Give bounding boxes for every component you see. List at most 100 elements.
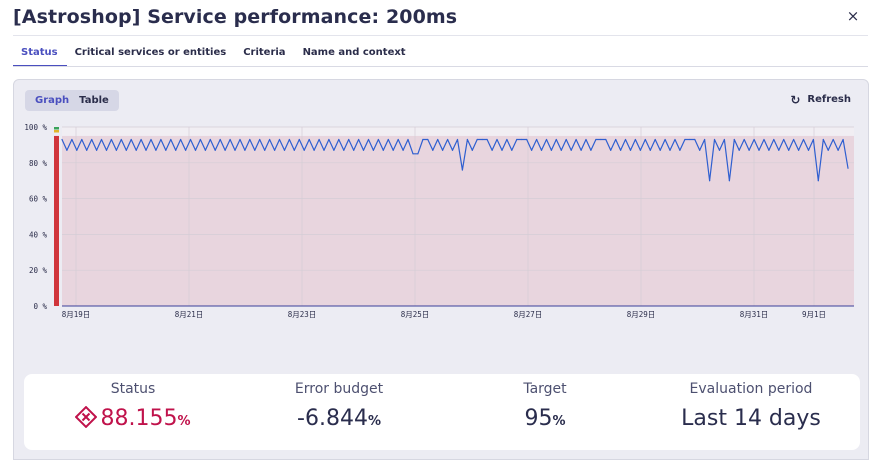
data-point bbox=[219, 138, 221, 141]
stat-target-unit: % bbox=[552, 414, 566, 429]
stat-status-value: 88.155 bbox=[100, 406, 178, 431]
data-point bbox=[135, 149, 137, 151]
data-point bbox=[555, 138, 557, 141]
y-tick-label: 40 % bbox=[29, 230, 48, 239]
stat-target-label: Target bbox=[523, 381, 567, 397]
data-point bbox=[783, 138, 785, 141]
x-tick-label: 8月27日 bbox=[514, 310, 543, 319]
data-point bbox=[110, 138, 112, 141]
data-point bbox=[788, 149, 790, 151]
x-tick-label: 8月31日 bbox=[740, 310, 769, 319]
data-point bbox=[437, 138, 439, 141]
data-point bbox=[481, 138, 483, 141]
x-tick-label: 8月21日 bbox=[175, 310, 204, 319]
title-divider bbox=[13, 35, 868, 36]
stats-card: Status 88.155% Error budget -6.844% Targ… bbox=[24, 374, 860, 450]
data-point bbox=[209, 138, 211, 141]
data-point bbox=[699, 149, 701, 151]
data-point bbox=[654, 138, 656, 141]
data-point bbox=[516, 138, 518, 141]
data-point bbox=[140, 138, 142, 141]
data-point bbox=[189, 138, 192, 141]
data-point bbox=[204, 149, 206, 151]
tab-status[interactable]: Status bbox=[13, 41, 67, 67]
stat-target-value: 95 bbox=[524, 406, 553, 431]
data-point bbox=[704, 138, 706, 141]
data-point bbox=[249, 138, 251, 141]
data-point bbox=[170, 138, 172, 141]
data-point bbox=[308, 138, 310, 141]
data-point bbox=[649, 149, 651, 151]
stat-error-budget-label: Error budget bbox=[294, 381, 384, 397]
data-point bbox=[644, 138, 646, 141]
x-tick-label: 8月25日 bbox=[401, 310, 430, 319]
data-point bbox=[560, 149, 562, 151]
data-point bbox=[234, 149, 236, 151]
stat-error-budget-unit: % bbox=[367, 414, 381, 429]
y-tick-label: 100 % bbox=[24, 123, 47, 132]
x-tick-label: 8月23日 bbox=[288, 310, 317, 319]
data-point bbox=[244, 149, 246, 151]
data-point bbox=[545, 138, 548, 141]
data-point bbox=[180, 138, 182, 141]
data-point bbox=[412, 153, 414, 155]
data-point bbox=[91, 138, 93, 141]
tab-criteria[interactable]: Criteria bbox=[235, 41, 294, 67]
stat-evaluation-period: Evaluation period Last 14 days bbox=[651, 374, 851, 431]
data-point bbox=[793, 138, 795, 141]
data-point bbox=[521, 138, 523, 141]
data-point bbox=[382, 149, 384, 151]
data-point bbox=[832, 138, 834, 141]
y-tick-label: 0 % bbox=[33, 302, 47, 311]
data-point bbox=[224, 149, 226, 151]
data-point bbox=[605, 138, 607, 141]
data-point bbox=[160, 138, 162, 141]
data-point bbox=[738, 149, 740, 151]
data-point bbox=[837, 149, 839, 151]
data-point bbox=[239, 138, 241, 141]
data-point bbox=[353, 149, 355, 151]
data-point bbox=[115, 149, 117, 151]
data-point bbox=[600, 138, 602, 141]
tab-critical-services[interactable]: Critical services or entities bbox=[67, 41, 236, 67]
data-point bbox=[96, 149, 98, 151]
data-point bbox=[748, 149, 750, 151]
data-point bbox=[303, 149, 305, 151]
data-point bbox=[634, 138, 637, 141]
data-point bbox=[610, 149, 612, 151]
data-point bbox=[323, 149, 325, 151]
data-point bbox=[595, 138, 597, 141]
data-point bbox=[214, 149, 216, 151]
data-point bbox=[689, 138, 691, 141]
status-bar-marker-yellow bbox=[54, 130, 59, 133]
data-point bbox=[778, 149, 780, 151]
data-point bbox=[753, 138, 755, 141]
sli-chart[interactable]: 0 % 20 % 40 % 60 % 80 % 100 % 8月19日 8月21日 8月23日 8… bbox=[14, 80, 870, 320]
data-point bbox=[827, 149, 829, 151]
stat-evaluation-period-label: Evaluation period bbox=[689, 381, 813, 397]
stat-error-budget-value: -6.844 bbox=[297, 406, 368, 431]
data-point bbox=[615, 138, 617, 141]
data-point bbox=[229, 138, 231, 141]
data-point bbox=[506, 138, 508, 141]
y-tick-label: 60 % bbox=[29, 195, 48, 204]
data-point bbox=[540, 149, 543, 151]
close-icon[interactable]: × bbox=[845, 7, 861, 25]
tab-name-and-context[interactable]: Name and context bbox=[295, 41, 415, 67]
data-point bbox=[100, 138, 103, 141]
data-point bbox=[283, 149, 286, 151]
data-point bbox=[659, 149, 661, 151]
data-point bbox=[629, 149, 632, 151]
data-point bbox=[86, 149, 88, 151]
data-point bbox=[442, 149, 444, 151]
data-point bbox=[343, 149, 345, 151]
data-point bbox=[288, 138, 290, 141]
data-point bbox=[155, 149, 157, 151]
data-point bbox=[377, 138, 379, 141]
data-point bbox=[585, 138, 587, 141]
data-point bbox=[496, 138, 498, 141]
data-point bbox=[817, 180, 819, 182]
data-point bbox=[407, 138, 409, 141]
data-point bbox=[763, 138, 765, 141]
data-point bbox=[447, 138, 449, 141]
